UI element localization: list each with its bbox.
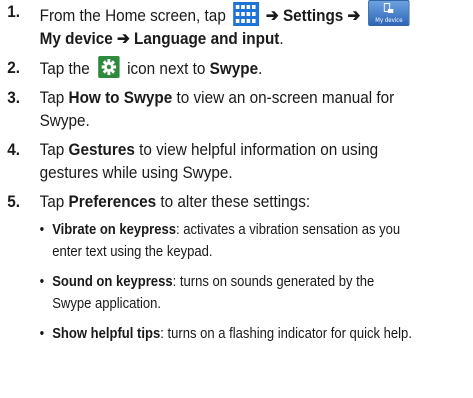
my-device-icon-label: My device	[375, 17, 403, 24]
preference-item: • Show helpful tips: turns on a flashing…	[40, 323, 416, 345]
step-text: Tap	[39, 192, 65, 211]
step-3: 3. Tap How to Swype to view an on-screen…	[0, 86, 423, 132]
preference-item: • Sound on keypress: turns on sounds gen…	[40, 271, 416, 315]
bullet: •	[39, 222, 45, 238]
step-number: 4.	[7, 140, 20, 159]
step-1: 1. From the Home screen, tap ➔ Settings …	[0, 0, 423, 50]
settings-label: Settings	[282, 6, 344, 25]
preference-name: Sound on keypress	[52, 274, 173, 290]
preferences-list: • Vibrate on keypress: activates a vibra…	[40, 219, 416, 345]
step-text-after: to alter these settings:	[160, 192, 311, 211]
step-5: 5. Tap Preferences to alter these settin…	[0, 190, 423, 345]
step-number: 5.	[7, 192, 20, 211]
step-bold-text: Preferences	[68, 192, 157, 211]
bullet: •	[39, 274, 45, 290]
gear-icon	[97, 56, 120, 78]
preference-name: Show helpful tips	[52, 326, 161, 342]
step-end: .	[258, 59, 263, 78]
step-text: Tap the	[39, 59, 90, 78]
arrow-1: ➔	[265, 6, 279, 25]
step-2: 2. Tap the icon next to Swype.	[0, 56, 423, 80]
step-number: 3.	[7, 88, 20, 107]
bullet: •	[39, 326, 45, 342]
step-end: .	[279, 29, 284, 48]
preference-item: • Vibrate on keypress: activates a vibra…	[40, 219, 416, 263]
arrow-2: ➔	[347, 6, 361, 25]
manual-page: ……………………………………………… 1. From the Home scre…	[0, 0, 473, 398]
step-text: Tap	[39, 88, 65, 107]
step-bold-text: Swype	[209, 59, 259, 78]
step-number: 2.	[7, 58, 20, 77]
step-4: 4. Tap Gestures to view helpful informat…	[0, 138, 423, 184]
steps-list: 1. From the Home screen, tap ➔ Settings …	[0, 0, 473, 345]
step-text-after: icon next to	[127, 59, 206, 78]
step-text: Tap	[39, 140, 65, 159]
step-text: From the Home screen, tap	[39, 6, 226, 25]
step-bold-text: How to Swype	[68, 88, 173, 107]
apps-grid-icon	[232, 2, 259, 26]
my-device-icon: My device	[368, 0, 410, 26]
step-bold-text: My device ➔ Language and input	[39, 29, 280, 48]
step-bold-text: Gestures	[68, 140, 135, 159]
step-number: 1.	[7, 2, 20, 21]
preference-name: Vibrate on keypress	[52, 222, 177, 238]
preference-desc: : turns on a flashing indicator for quic…	[160, 326, 412, 342]
